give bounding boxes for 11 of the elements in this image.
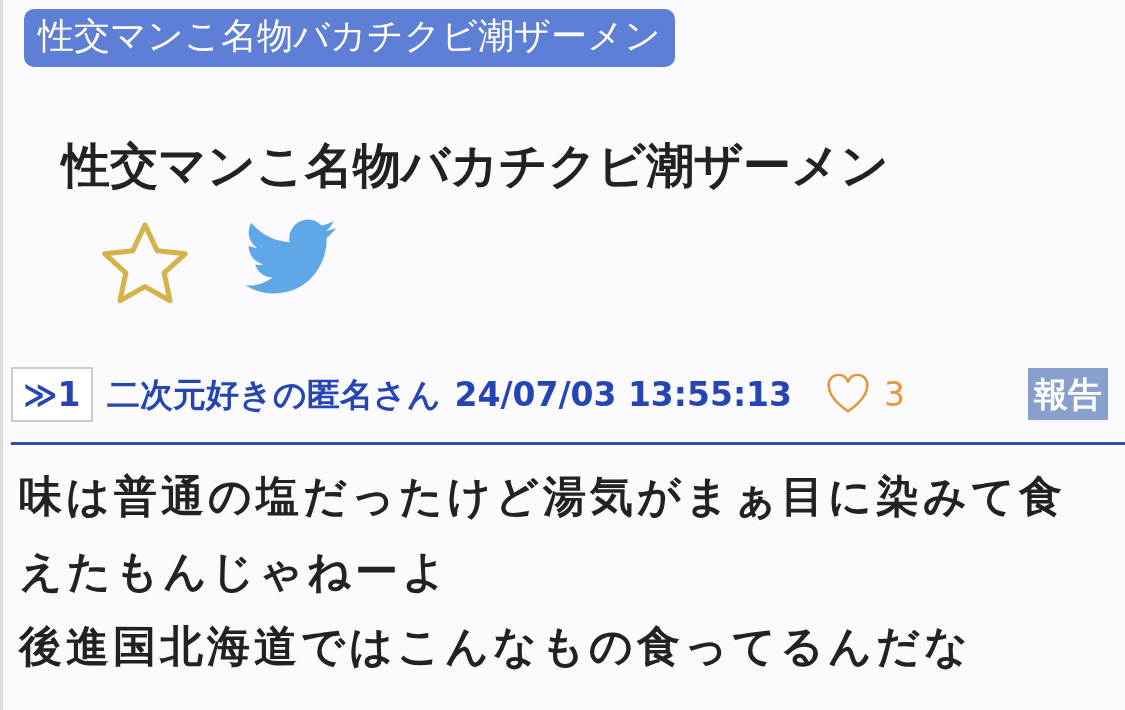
tag-link[interactable]: 性交マンこ名物バカチクビ潮ザーメン (24, 9, 675, 67)
post-date: 24/07/03 13:55:13 (454, 373, 793, 416)
post-text: 味は普通の塩だったけど湯気がまぁ目に染みて食えたもんじゃねーよ (19, 470, 1067, 599)
like-count: 3 (884, 373, 906, 416)
report-button[interactable]: 報告 (1028, 368, 1108, 421)
thread-title: 性交マンこ名物バカチクビ潮ザーメン (62, 137, 890, 195)
bird-icon[interactable] (246, 218, 338, 295)
post-text: 後進国北海道ではこんなもの食ってるんだな (19, 620, 973, 674)
author-name: 二次元好きの匿名さん (106, 373, 441, 416)
heart-icon[interactable] (826, 374, 871, 415)
post-number-link[interactable]: ≫1 (11, 366, 93, 423)
